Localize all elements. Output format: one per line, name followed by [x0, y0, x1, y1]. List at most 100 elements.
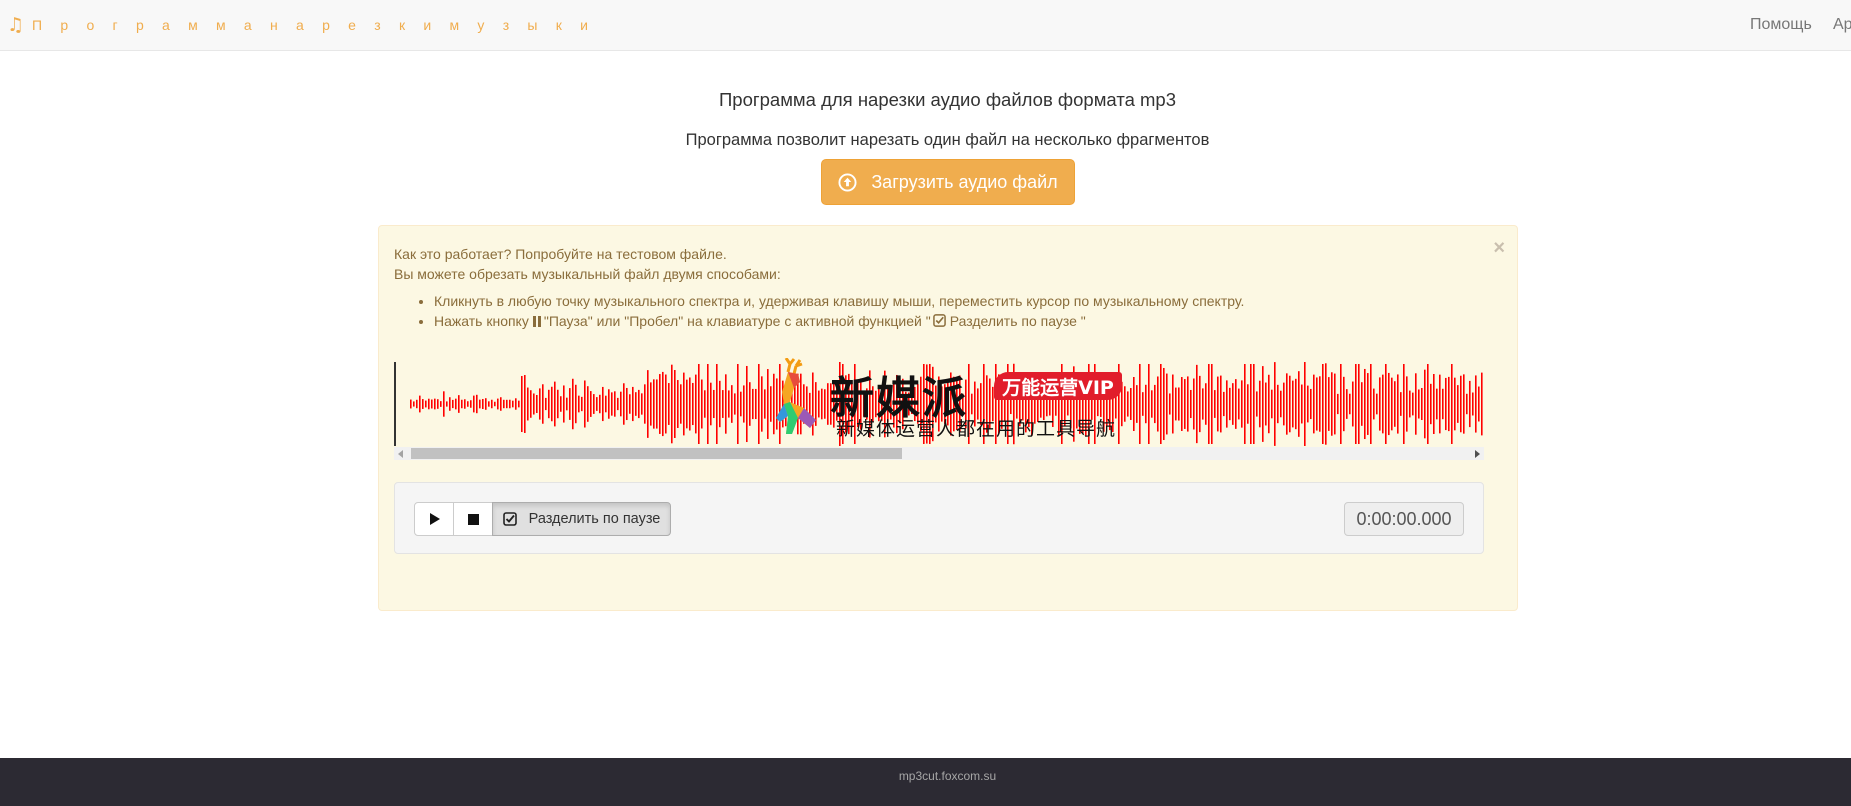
upload-audio-button[interactable]: Загрузить аудио файл: [821, 159, 1075, 205]
waveform-bar: [1220, 375, 1222, 433]
waveform-bar: [1106, 382, 1108, 426]
waveform-bar: [1199, 375, 1201, 433]
waveform-bar: [749, 382, 751, 426]
waveform-scrollbar[interactable]: [394, 447, 1484, 460]
waveform-bar: [1175, 387, 1177, 421]
waveform-bar: [968, 364, 970, 444]
waveform-bar: [1322, 364, 1324, 444]
waveform-bar: [542, 384, 544, 424]
waveform-bar: [1118, 364, 1120, 444]
waveform-bar: [1442, 388, 1444, 420]
navbar: ♫ П р о г р а м м а н а р е з к и м у з …: [0, 0, 1851, 51]
waveform-bar: [1181, 377, 1183, 431]
waveform-bar: [686, 379, 688, 429]
waveform-bar: [752, 388, 754, 420]
waveform-bar: [950, 372, 952, 436]
waveform-bar: [761, 376, 763, 432]
page-title: Программа для нарезки аудио файлов форма…: [719, 89, 1176, 110]
waveform-bar: [794, 385, 796, 423]
waveform-bar: [530, 390, 532, 418]
waveform-bar: [833, 380, 835, 428]
waveform-bar: [1082, 374, 1084, 434]
help-step-2: Нажать кнопку "Пауза" или "Пробел" на кла…: [434, 311, 1244, 331]
waveform-bar: [617, 397, 619, 411]
waveform[interactable]: [394, 362, 1484, 446]
waveform-bar: [755, 388, 757, 420]
waveform-bar: [935, 385, 937, 423]
waveform-bar: [596, 397, 598, 411]
waveform-bar: [983, 364, 985, 444]
waveform-bar: [494, 401, 496, 407]
scroll-left-arrow-icon[interactable]: [398, 450, 403, 458]
waveform-bar: [971, 393, 973, 415]
waveform-bar: [1394, 381, 1396, 427]
waveform-bar: [1187, 376, 1189, 432]
scroll-right-arrow-icon[interactable]: [1475, 450, 1480, 458]
waveform-bar: [860, 378, 862, 430]
split-by-pause-toggle[interactable]: Разделить по паузе: [492, 502, 671, 536]
waveform-bar: [1367, 373, 1369, 435]
waveform-bar: [1085, 372, 1087, 436]
waveform-bar: [977, 388, 979, 420]
nav-about-link[interactable]: Ар: [1833, 16, 1851, 34]
waveform-bar: [425, 400, 427, 408]
scroll-thumb[interactable]: [411, 448, 902, 459]
waveform-bar: [845, 375, 847, 433]
nav-help-link[interactable]: Помощь: [1750, 16, 1812, 34]
waveform-bar: [839, 362, 841, 446]
waveform-bar: [1403, 364, 1405, 444]
footer-domain: mp3cut.foxcom.su: [898, 769, 997, 783]
waveform-bar: [506, 399, 508, 409]
waveform-bar: [866, 388, 868, 420]
help-step-1: Кликнуть в любую точку музыкального спек…: [434, 291, 1244, 311]
waveform-bar: [1052, 381, 1054, 427]
waveform-bar: [1304, 362, 1306, 446]
waveform-bar: [1451, 364, 1453, 444]
waveform-bar: [536, 394, 538, 414]
stop-button[interactable]: [453, 502, 493, 536]
waveform-bar: [683, 372, 685, 436]
waveform-bar: [560, 396, 562, 412]
waveform-bar: [590, 391, 592, 417]
waveform-bar: [1202, 388, 1204, 420]
waveform-bar: [1121, 381, 1123, 427]
waveform-bar: [812, 372, 814, 436]
waveform-bar: [725, 374, 727, 434]
waveform-area[interactable]: 新媒派 万能运营VIP 新媒体运营人都在用的工具导航: [394, 358, 1484, 465]
waveform-bar: [731, 385, 733, 423]
waveform-bar: [1250, 364, 1252, 444]
waveform-bar: [710, 382, 712, 426]
waveform-bar: [1166, 373, 1168, 435]
waveform-bar: [1004, 386, 1006, 422]
waveform-bar: [533, 393, 535, 415]
waveform-bar: [695, 374, 697, 434]
waveform-bar: [599, 394, 601, 414]
waveform-bar: [1028, 380, 1030, 428]
waveform-bar: [1463, 374, 1465, 434]
waveform-bar: [1016, 389, 1018, 419]
waveform-bar: [800, 373, 802, 435]
waveform-bar: [791, 382, 793, 426]
waveform-bar: [620, 391, 622, 417]
waveform-bar: [1427, 364, 1429, 444]
waveform-bar: [1445, 377, 1447, 431]
close-icon[interactable]: ×: [1493, 237, 1505, 260]
waveform-bar: [674, 370, 676, 438]
waveform-bar: [1070, 379, 1072, 429]
waveform-bar: [1043, 387, 1045, 421]
waveform-bar: [1256, 391, 1258, 417]
waveform-bar: [830, 383, 832, 425]
waveform-bar: [1115, 389, 1117, 419]
checkbox-checked-icon: [502, 512, 517, 526]
waveform-bar: [806, 386, 808, 422]
waveform-bar: [1373, 388, 1375, 420]
waveform-bar: [557, 389, 559, 419]
waveform-bar: [575, 384, 577, 424]
waveform-bar: [1238, 388, 1240, 420]
brand[interactable]: ♫ П р о г р а м м а н а р е з к и м у з …: [7, 14, 595, 36]
play-button[interactable]: [414, 502, 454, 536]
waveform-bar: [758, 364, 760, 444]
playback-cursor[interactable]: [394, 362, 396, 446]
waveform-bar: [716, 364, 718, 444]
waveform-bar: [1424, 369, 1426, 439]
